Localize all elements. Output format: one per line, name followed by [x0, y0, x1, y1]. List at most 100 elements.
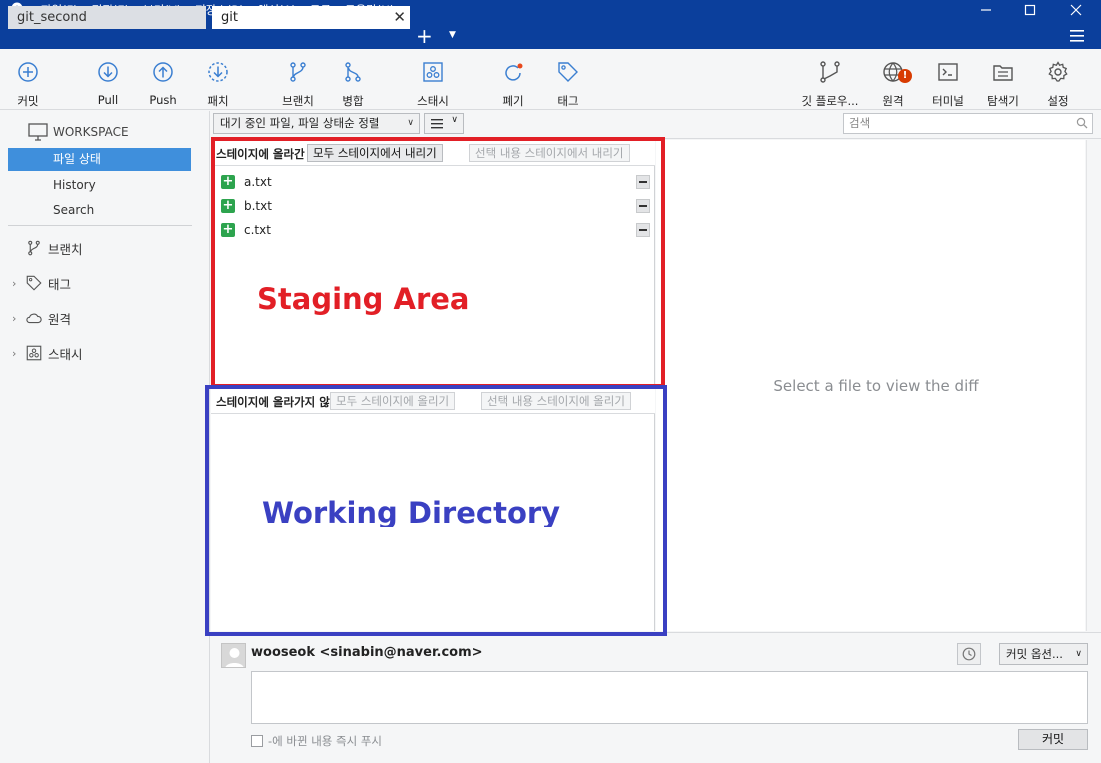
stash-icon: [423, 62, 443, 82]
checkbox-box: [251, 735, 263, 747]
branch-icon: [290, 62, 306, 82]
tag-icon: [24, 273, 44, 293]
file-sort-label: 대기 중인 파일, 파일 상태순 정렬: [220, 116, 380, 130]
commit-message-input[interactable]: [251, 671, 1088, 724]
commit-toolbar-button[interactable]: 커밋: [0, 60, 58, 109]
stash-label: 스태시: [417, 94, 449, 108]
remote-label: 원격: [882, 94, 904, 108]
sidebar-section-stashes[interactable]: › 스태시: [12, 342, 83, 364]
chevron-down-icon: ∨: [407, 118, 414, 128]
branch-label: 브랜치: [282, 94, 314, 108]
workspace-header: WORKSPACE: [28, 123, 129, 141]
file-search-input[interactable]: 검색: [843, 113, 1093, 134]
list-view-icon: [431, 119, 443, 129]
sidebar-divider: [8, 225, 192, 226]
gear-icon: [1048, 61, 1068, 82]
merge-label: 병합: [342, 94, 364, 108]
merge-icon: [345, 62, 361, 82]
git-flow-icon: [820, 61, 840, 83]
view-mode-dropdown[interactable]: ∨: [424, 113, 464, 134]
avatar: [221, 643, 246, 668]
tab-close-icon[interactable]: ✕: [393, 6, 406, 29]
chevron-right-icon: ›: [12, 276, 17, 290]
sidebar-section-label: 원격: [48, 311, 72, 327]
remote-toolbar-button[interactable]: ! 원격: [863, 60, 923, 109]
close-icon: [1070, 4, 1082, 16]
sidebar-section-remotes[interactable]: › 원격: [12, 307, 71, 329]
chevron-down-icon: ∨: [1075, 649, 1082, 659]
fetch-label: 패치: [207, 94, 229, 108]
push-immediately-checkbox[interactable]: -에 바뀐 내용 즉시 푸시: [251, 733, 382, 749]
diff-scrollbar[interactable]: [1086, 140, 1101, 631]
file-sort-dropdown[interactable]: 대기 중인 파일, 파일 상태순 정렬 ∨: [213, 113, 420, 134]
push-toolbar-button[interactable]: Push: [133, 60, 193, 107]
sidebar: WORKSPACE 파일 상태 History Search 브랜치 › 태그 …: [0, 111, 210, 763]
sidebar-section-tags[interactable]: › 태그: [12, 272, 71, 294]
tag-label: 태그: [557, 94, 579, 108]
monitor-icon: [28, 123, 48, 141]
merge-toolbar-button[interactable]: 병합: [323, 60, 383, 109]
staging-area-annotation-box: [211, 137, 665, 388]
commit-label: 커밋: [17, 94, 39, 108]
repo-tab-git-second[interactable]: git_second: [8, 6, 206, 29]
search-placeholder: 검색: [849, 116, 871, 130]
clock-icon: [962, 647, 976, 661]
discard-toolbar-button[interactable]: 폐기: [483, 60, 543, 109]
new-tab-plus-icon[interactable]: +: [416, 26, 433, 46]
pull-toolbar-button[interactable]: Pull: [78, 60, 138, 107]
chevron-right-icon: ›: [12, 346, 17, 360]
sidebar-item-search[interactable]: Search: [8, 199, 191, 222]
commit-options-dropdown[interactable]: 커밋 옵션... ∨: [999, 643, 1088, 665]
discard-icon: [505, 63, 523, 81]
sidebar-item-file-status[interactable]: 파일 상태: [8, 148, 191, 171]
staging-area-annotation-label: Staging Area: [257, 282, 470, 316]
diff-empty-message: Select a file to view the diff: [773, 377, 979, 395]
discard-label: 폐기: [502, 94, 524, 108]
stash-icon: [24, 343, 44, 363]
maximize-icon: [1024, 4, 1036, 16]
explorer-label: 탐색기: [987, 94, 1019, 108]
explorer-icon: [993, 65, 1013, 81]
working-directory-annotation-label: Working Directory: [262, 496, 561, 527]
cloud-icon: [24, 308, 44, 328]
sidebar-section-label: 브랜치: [48, 241, 83, 257]
repo-tab-label: git_second: [17, 10, 87, 25]
maximize-button[interactable]: [1007, 0, 1053, 20]
diff-view: Select a file to view the diff: [656, 140, 1085, 631]
commit-button[interactable]: 커밋: [1018, 729, 1088, 750]
explorer-toolbar-button[interactable]: 탐색기: [973, 60, 1033, 109]
terminal-icon: [938, 63, 958, 81]
settings-label: 설정: [1047, 94, 1069, 108]
tab-list-dropdown-icon[interactable]: ▼: [449, 30, 456, 40]
commit-author: wooseok <sinabin@naver.com>: [251, 645, 483, 660]
repo-tab-git[interactable]: git ✕: [212, 6, 410, 29]
settings-toolbar-button[interactable]: 설정: [1028, 60, 1088, 109]
minimize-button[interactable]: [963, 0, 1009, 20]
chevron-right-icon: ›: [12, 311, 17, 325]
sidebar-section-branches[interactable]: 브랜치: [12, 237, 83, 259]
sidebar-section-label: 태그: [48, 276, 72, 292]
file-filter-bar: 대기 중인 파일, 파일 상태순 정렬 ∨ ∨ 검색: [211, 111, 1101, 139]
sidebar-item-history[interactable]: History: [8, 174, 191, 197]
branch-toolbar-button[interactable]: 브랜치: [268, 60, 328, 109]
commit-panel: wooseok <sinabin@naver.com> 커밋 옵션... ∨ -…: [211, 632, 1101, 763]
stash-toolbar-button[interactable]: 스태시: [403, 60, 463, 109]
minimize-icon: [981, 9, 991, 11]
commit-history-button[interactable]: [957, 643, 981, 665]
workspace-label: WORKSPACE: [53, 125, 129, 139]
hamburger-menu-icon[interactable]: [1069, 29, 1085, 43]
chevron-down-icon: ∨: [451, 115, 458, 125]
close-window-button[interactable]: [1053, 0, 1099, 20]
fetch-dashed-circle-icon: [208, 62, 228, 82]
tag-toolbar-button[interactable]: 태그: [538, 60, 598, 109]
terminal-toolbar-button[interactable]: 터미널: [918, 60, 978, 109]
pull-label: Pull: [97, 93, 119, 107]
terminal-label: 터미널: [932, 94, 964, 108]
user-silhouette-icon: [225, 648, 244, 667]
fetch-toolbar-button[interactable]: 패치: [188, 60, 248, 109]
sidebar-section-label: 스태시: [48, 346, 83, 362]
arrow-down-circle-icon: [98, 62, 118, 82]
push-immediately-label: -에 바뀐 내용 즉시 푸시: [268, 734, 382, 748]
git-flow-toolbar-button[interactable]: 깃 플로우...: [800, 60, 860, 109]
commit-options-label: 커밋 옵션...: [1006, 647, 1063, 661]
